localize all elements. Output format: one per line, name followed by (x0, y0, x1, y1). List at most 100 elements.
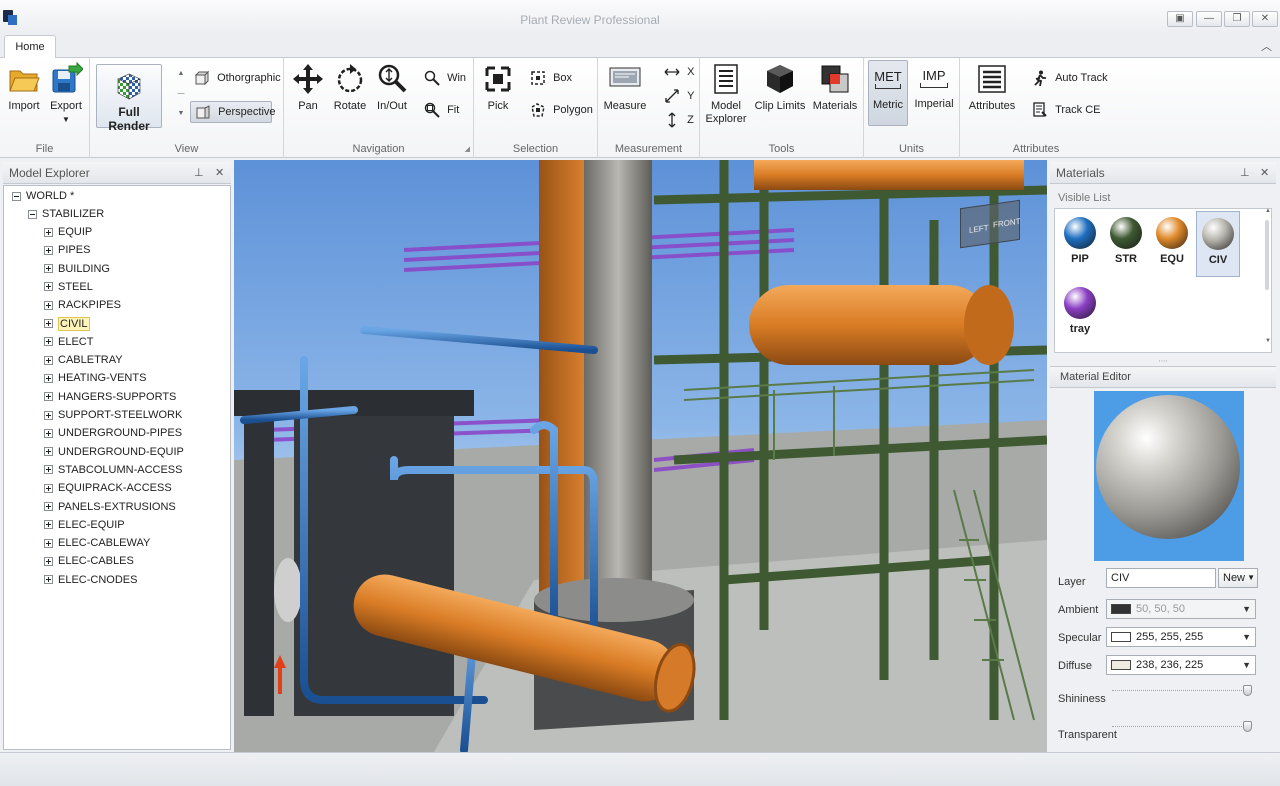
expand-icon[interactable] (44, 556, 53, 566)
measure-z-button[interactable]: Z (664, 112, 694, 132)
tree-node[interactable]: PANELS-EXTRUSIONS (44, 498, 176, 516)
model-explorer-button[interactable]: Model Explorer (702, 62, 750, 126)
expand-icon[interactable] (44, 538, 53, 548)
clip-limits-button[interactable]: Clip Limits (754, 62, 806, 113)
tree-node[interactable]: UNDERGROUND-PIPES (44, 424, 182, 442)
expand-icon[interactable] (44, 428, 53, 438)
collapse-icon[interactable] (28, 209, 37, 219)
expand-icon[interactable] (44, 373, 53, 383)
tree-node[interactable]: EQUIPRACK-ACCESS (44, 479, 172, 497)
layer-input[interactable]: CIV (1106, 568, 1216, 588)
tree-node[interactable]: ELEC-CABLES (44, 552, 134, 570)
transparency-slider[interactable] (1112, 721, 1252, 732)
export-button[interactable]: Export ▼ (42, 61, 90, 126)
expand-icon[interactable] (44, 483, 53, 493)
tree-node-stabilizer[interactable]: STABILIZER (28, 205, 104, 223)
minimize-button[interactable]: — (1196, 11, 1222, 27)
material-swatch-tray[interactable]: tray (1058, 281, 1102, 347)
new-layer-button[interactable]: New ▼ (1218, 568, 1258, 588)
specular-color-select[interactable]: 255, 255, 255 ▼ (1106, 627, 1256, 647)
expand-icon[interactable] (44, 575, 53, 585)
import-button[interactable]: Import (0, 62, 48, 113)
material-swatch-civ[interactable]: CIV (1196, 211, 1240, 277)
tree-node[interactable]: SUPPORT-STEELWORK (44, 406, 182, 424)
tree-node[interactable]: CIVIL (44, 315, 90, 333)
polygon-select-button[interactable]: Polygon (530, 102, 593, 122)
slider-thumb[interactable] (1243, 685, 1252, 696)
measure-button[interactable]: Measure (600, 62, 650, 113)
expand-icon[interactable] (44, 502, 53, 512)
model-explorer-close-icon[interactable]: ✕ (215, 162, 224, 184)
ambient-color-select[interactable]: 50, 50, 50 ▼ (1106, 599, 1256, 619)
collapse-ribbon-icon[interactable]: ︿ (1261, 38, 1272, 54)
tree-node[interactable]: ELECT (44, 333, 93, 351)
expand-icon[interactable] (44, 520, 53, 530)
pan-button[interactable]: Pan (284, 62, 332, 113)
tree-node[interactable]: EQUIP (44, 223, 92, 241)
expand-icon[interactable] (44, 300, 53, 310)
material-swatch-str[interactable]: STR (1104, 211, 1148, 277)
restore-layout-button[interactable]: ▣ (1167, 11, 1193, 27)
tree-node[interactable]: HEATING-VENTS (44, 369, 146, 387)
expand-icon[interactable] (44, 282, 53, 292)
material-swatch-pip[interactable]: PIP (1058, 211, 1102, 277)
zoom-window-button[interactable]: Win (424, 70, 466, 90)
render-mode-scroll[interactable]: ▲ — ▼ (176, 64, 186, 126)
tree-node[interactable]: PIPES (44, 241, 90, 259)
material-swatch-equ[interactable]: EQU (1150, 211, 1194, 277)
maximize-button[interactable]: ❐ (1224, 11, 1250, 27)
tree-node[interactable]: CABLETRAY (44, 351, 123, 369)
tree-node[interactable]: ELEC-CABLEWAY (44, 534, 150, 552)
full-render-button[interactable]: Full Render (96, 64, 162, 133)
perspective-button[interactable]: Perspective (190, 101, 276, 123)
tree-node[interactable]: BUILDING (44, 260, 110, 278)
tree-node[interactable]: ELEC-CNODES (44, 571, 137, 589)
measure-y-button[interactable]: Y (664, 88, 694, 108)
tree-node[interactable]: ELEC-EQUIP (44, 516, 125, 534)
tree-node[interactable]: STEEL (44, 278, 93, 296)
diffuse-color-select[interactable]: 238, 236, 225 ▼ (1106, 655, 1256, 675)
track-ce-button[interactable]: Track CE (1032, 102, 1101, 122)
expand-icon[interactable] (44, 319, 53, 329)
close-button[interactable]: ✕ (1252, 11, 1278, 27)
pin-icon[interactable]: ⊥ (194, 162, 204, 184)
expand-icon[interactable] (44, 227, 53, 237)
pick-button[interactable]: Pick (474, 62, 522, 113)
rotate-button[interactable]: Rotate (326, 62, 374, 113)
materials-button[interactable]: Materials (810, 62, 860, 113)
tree-node[interactable]: UNDERGROUND-EQUIP (44, 443, 184, 461)
measure-x-button[interactable]: X (664, 64, 694, 84)
slider-thumb[interactable] (1243, 721, 1252, 732)
3d-viewport[interactable]: LEFT FRONT (234, 160, 1047, 752)
tree-root[interactable]: WORLD * (12, 187, 74, 205)
expand-icon[interactable] (44, 245, 53, 255)
shininess-slider[interactable] (1112, 685, 1252, 696)
orthographic-button[interactable]: Othorgraphic (194, 70, 281, 90)
box-select-button[interactable]: Box (530, 70, 572, 90)
attributes-button[interactable]: Attributes (964, 62, 1020, 113)
tree-node[interactable]: RACKPIPES (44, 296, 121, 314)
tab-home[interactable]: Home (4, 35, 56, 59)
expand-icon[interactable] (44, 410, 53, 420)
expand-icon[interactable] (44, 447, 53, 457)
inout-button[interactable]: In/Out (368, 62, 416, 113)
tree-node[interactable]: HANGERS-SUPPORTS (44, 388, 176, 406)
navigation-dialog-launcher-icon[interactable]: ◢ (465, 145, 470, 153)
tree-node[interactable]: STABCOLUMN-ACCESS (44, 461, 182, 479)
imperial-button[interactable]: IMP Imperial (910, 68, 958, 111)
metric-button[interactable]: MET Metric (868, 60, 908, 126)
splitter-grip-icon[interactable]: ∙∙∙∙ (1050, 356, 1276, 365)
expand-icon[interactable] (44, 337, 53, 347)
export-dropdown-icon[interactable]: ▼ (42, 113, 90, 126)
auto-track-button[interactable]: Auto Track (1032, 70, 1108, 90)
scroll-thumb[interactable] (1265, 220, 1269, 290)
zoom-fit-button[interactable]: Fit (424, 102, 459, 122)
expand-icon[interactable] (44, 264, 53, 274)
view-cube[interactable]: LEFT FRONT (960, 199, 1021, 249)
expand-icon[interactable] (44, 465, 53, 475)
collapse-icon[interactable] (12, 191, 21, 201)
expand-icon[interactable] (44, 355, 53, 365)
pin-icon[interactable]: ⊥ (1240, 162, 1250, 184)
expand-icon[interactable] (44, 392, 53, 402)
swatch-list-scrollbar[interactable]: ▲ ▼ (1262, 208, 1272, 348)
